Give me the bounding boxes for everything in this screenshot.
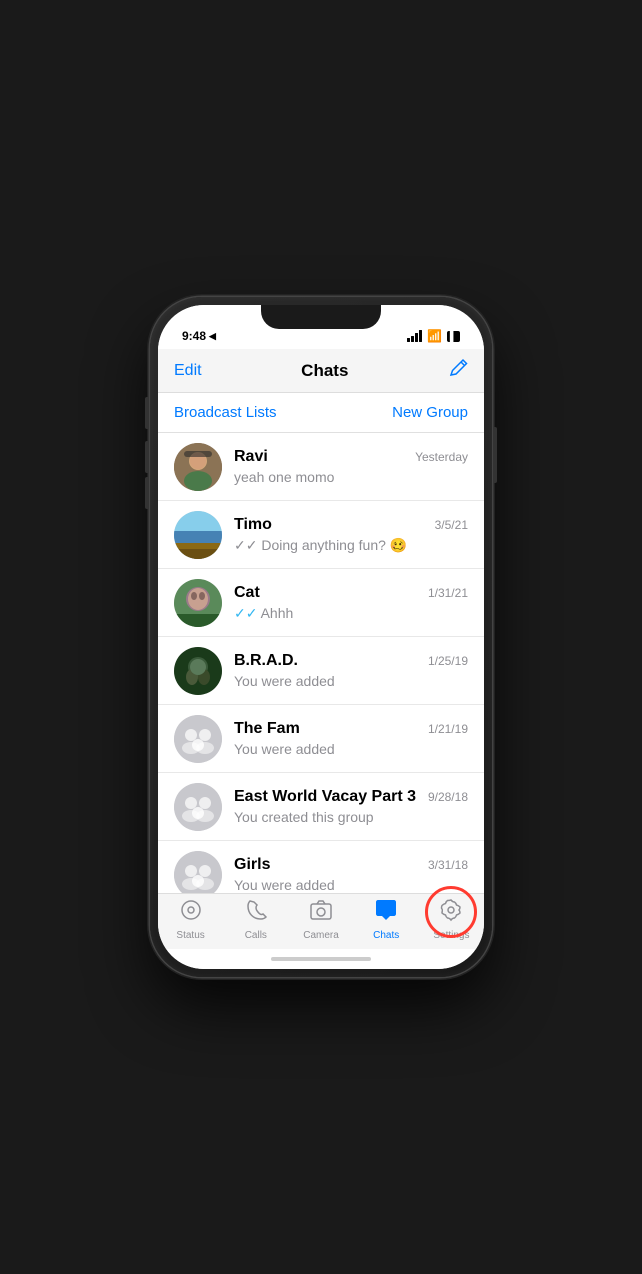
time-display: 9:48 (182, 329, 206, 343)
wifi-icon: 📶 (427, 329, 442, 343)
chat-preview: You were added (234, 877, 468, 893)
chat-time: 3/5/21 (435, 518, 468, 532)
compose-icon[interactable] (448, 358, 468, 383)
chat-time: 1/21/19 (428, 722, 468, 736)
chat-preview: yeah one momo (234, 469, 468, 485)
camera-icon (309, 898, 333, 928)
chat-preview: You were added (234, 741, 468, 757)
chat-time: 9/28/18 (428, 790, 468, 804)
chat-name: East World Vacay Part 3 (234, 788, 416, 806)
status-time: 9:48 ◀ (182, 329, 216, 343)
home-indicator (158, 949, 484, 969)
tab-status-label: Status (176, 930, 204, 941)
home-bar (271, 957, 371, 961)
chat-preview: ✓✓ Doing anything fun? 🥴 (234, 537, 468, 554)
chat-list: Ravi Yesterday yeah one momo (158, 433, 484, 893)
tab-settings[interactable]: Settings (419, 898, 484, 941)
chat-name: The Fam (234, 720, 300, 738)
location-icon: ◀ (209, 331, 216, 342)
tab-camera[interactable]: Camera (288, 898, 353, 941)
tab-chats[interactable]: Chats (354, 898, 419, 941)
broadcast-row: Broadcast Lists New Group (158, 393, 484, 433)
chat-content: Cat 1/31/21 ✓✓ Ahhh (234, 584, 468, 622)
new-group-button[interactable]: New Group (392, 404, 468, 421)
chat-content: B.R.A.D. 1/25/19 You were added (234, 652, 468, 689)
tab-calls[interactable]: Calls (223, 898, 288, 941)
chat-time: Yesterday (415, 450, 468, 464)
status-icons: 📶 ▌ (407, 329, 460, 343)
avatar (174, 851, 222, 894)
list-item[interactable]: Girls 3/31/18 You were added (158, 841, 484, 893)
list-item[interactable]: B.R.A.D. 1/25/19 You were added (158, 637, 484, 705)
edit-button[interactable]: Edit (174, 362, 202, 380)
avatar (174, 647, 222, 695)
tab-status[interactable]: Status (158, 898, 223, 941)
chat-preview: You were added (234, 673, 468, 689)
list-item[interactable]: The Fam 1/21/19 You were added (158, 705, 484, 773)
phone-screen: 9:48 ◀ 📶 ▌ Edit Chats (158, 305, 484, 969)
avatar (174, 511, 222, 559)
tab-chats-label: Chats (373, 930, 399, 941)
chat-time: 1/31/21 (428, 586, 468, 600)
chat-time: 3/31/18 (428, 858, 468, 872)
settings-icon (439, 898, 463, 928)
chat-name: Girls (234, 856, 270, 874)
list-item[interactable]: Timo 3/5/21 ✓✓ Doing anything fun? 🥴 (158, 501, 484, 569)
page-title: Chats (301, 361, 348, 381)
calls-icon (244, 898, 268, 928)
broadcast-lists-button[interactable]: Broadcast Lists (174, 404, 277, 421)
chat-preview: ✓✓ Ahhh (234, 605, 468, 622)
chat-name: Ravi (234, 448, 268, 466)
chat-content: Girls 3/31/18 You were added (234, 856, 468, 893)
battery-icon: ▌ (447, 331, 460, 342)
chat-content: The Fam 1/21/19 You were added (234, 720, 468, 757)
chat-content: Ravi Yesterday yeah one momo (234, 448, 468, 485)
tab-camera-label: Camera (303, 930, 339, 941)
nav-bar: Edit Chats (158, 349, 484, 393)
avatar (174, 579, 222, 627)
status-icon (179, 898, 203, 928)
chat-name: Timo (234, 516, 272, 534)
chat-time: 1/25/19 (428, 654, 468, 668)
tab-calls-label: Calls (245, 930, 267, 941)
chats-icon (374, 898, 398, 928)
tab-bar: Status Calls (158, 893, 484, 949)
phone-frame: 9:48 ◀ 📶 ▌ Edit Chats (150, 297, 492, 977)
avatar (174, 715, 222, 763)
avatar (174, 783, 222, 831)
chat-content: East World Vacay Part 3 9/28/18 You crea… (234, 788, 468, 825)
signal-icon (407, 330, 422, 342)
list-item[interactable]: Ravi Yesterday yeah one momo (158, 433, 484, 501)
notch (261, 305, 381, 329)
chat-content: Timo 3/5/21 ✓✓ Doing anything fun? 🥴 (234, 516, 468, 554)
list-item[interactable]: Cat 1/31/21 ✓✓ Ahhh (158, 569, 484, 637)
chat-name: B.R.A.D. (234, 652, 298, 670)
avatar (174, 443, 222, 491)
list-item[interactable]: East World Vacay Part 3 9/28/18 You crea… (158, 773, 484, 841)
chat-preview: You created this group (234, 809, 468, 825)
chat-name: Cat (234, 584, 260, 602)
tab-settings-label: Settings (433, 930, 469, 941)
